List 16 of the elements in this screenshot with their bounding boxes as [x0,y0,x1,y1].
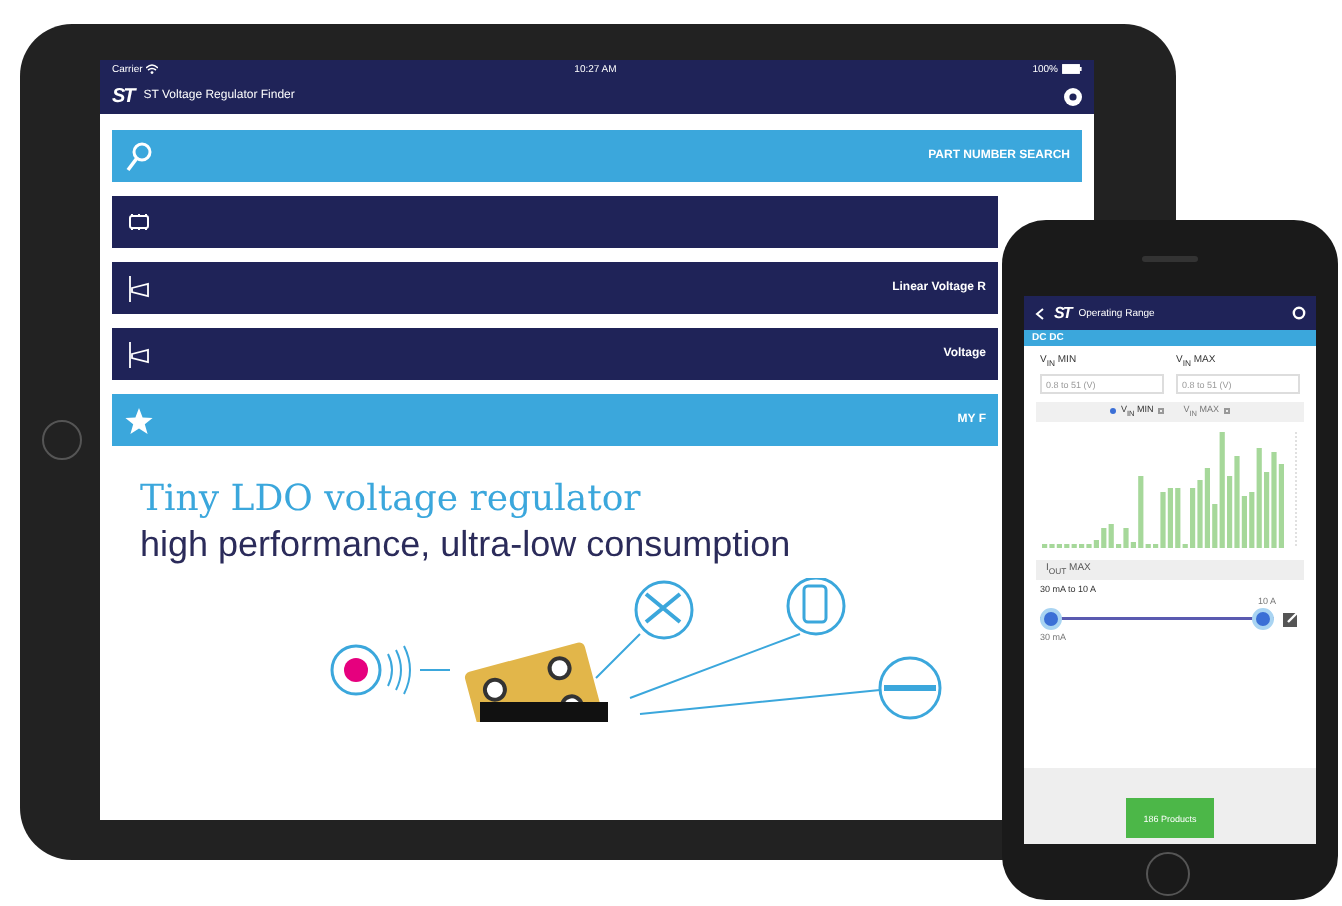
home-button[interactable] [1146,852,1190,896]
wifi-icon [146,64,159,74]
star-icon [124,405,154,435]
edit-icon [1282,610,1300,629]
banner-subtitle: high performance, ultra-low consumption [140,522,791,566]
logo: ST [112,85,134,107]
slider-thumb[interactable] [1040,608,1062,631]
regulator-icon [124,339,154,369]
regulator-icon [124,273,154,303]
banner-title: Tiny LDO voltage regulator [140,478,641,522]
slider-thumb[interactable] [1252,608,1274,631]
settings-icon [1064,87,1082,105]
logo: ST [1054,304,1071,322]
battery-icon [1062,64,1082,74]
search-icon [124,141,154,171]
settings-icon [1292,306,1306,320]
